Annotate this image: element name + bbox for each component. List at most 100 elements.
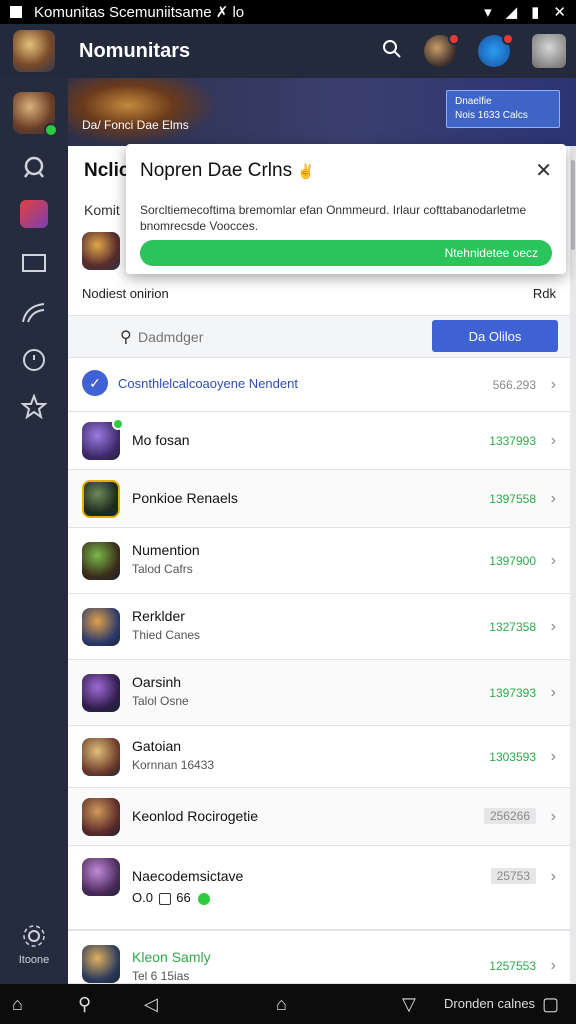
chevron-right-icon: › [550,808,556,825]
list-item-subtitle: Kornnan 16433 [132,758,215,772]
list-item[interactable]: Mo fosan 1337993 › [68,412,570,470]
status-title: Komunitas Scemuniitsame ✗ lo [34,4,245,21]
dialog-title-text: Nopren Dae Crlns [140,160,293,181]
nav-label[interactable]: Dronden calnes [444,996,535,1011]
card-avatar[interactable] [82,232,120,270]
status-bar: Komunitas Scemuniitsame ✗ lo ▾ ◢ ▮ ✕ [0,0,576,24]
chevron-down-icon[interactable]: ▽ [402,994,416,1015]
sidebar-feed[interactable] [0,300,68,329]
card-subtitle: Komit [84,202,120,218]
sidebar: Itoone [0,78,68,984]
chevron-right-icon: › [550,748,556,765]
community-logo[interactable] [13,30,55,72]
sidebar-settings[interactable] [0,924,68,953]
feed-icon[interactable] [20,300,48,329]
list-item-count: 566.293 [492,378,536,392]
search-icon[interactable] [21,154,47,185]
chevron-right-icon: › [550,552,556,569]
list-item[interactable]: Ponkioe Renaels 1397558 › [68,470,570,528]
sidebar-clock[interactable] [0,348,68,377]
online-badge [44,123,58,137]
sidebar-folder[interactable] [0,252,68,279]
list-item-subtitle: Tel 6 15ias [132,969,190,983]
search-bar: ⚲ Da Olilos [68,316,570,358]
list-item-name: Gatoian [132,738,182,754]
sidebar-favorites[interactable] [0,393,68,425]
sidebar-game-icon[interactable] [0,200,68,228]
list-item-name: Rerklder [132,608,185,624]
list-item-meta-text: O.0 [132,890,153,905]
sidebar-community-avatar[interactable] [0,92,68,137]
dialog-confirm-button[interactable]: Ntehnidetee oecz [140,240,552,266]
close-icon[interactable]: ✕ [553,3,566,21]
banner-text: Da/ Fonci Dae Elms [82,118,189,132]
game-avatar-icon [82,542,120,580]
search-button[interactable]: Da Olilos [432,320,558,352]
sidebar-search[interactable] [0,154,68,185]
banner-box-line1: Dnaelfie [455,96,492,107]
notification-icon[interactable] [478,33,514,67]
list-item-name: Naecodemsictave [132,868,244,884]
star-icon[interactable] [20,393,48,425]
chevron-right-icon: › [550,376,556,393]
list-item-count: 1337993 [489,434,536,448]
app-indicator-icon [10,6,22,18]
chevron-right-icon: › [550,490,556,507]
settings-icon[interactable] [22,924,46,953]
close-icon[interactable]: ✕ [535,158,552,183]
link-icon: ✓ [82,370,108,396]
dialog-body: Sorcltiemecoftima bremomlar efan Onmmeur… [140,203,527,233]
banner-info-box[interactable]: Dnaelfie Nois 1633 Calcs [446,90,560,128]
popup-dialog: Nopren Dae Crlns ✌ ✕ Sorcltiemecoftima b… [126,144,566,274]
app-title: Nomunitars [79,39,191,62]
list-item-name: Mo fosan [132,432,190,448]
back-icon[interactable]: ◁ [144,994,158,1015]
notification-dot [448,33,460,45]
chevron-right-icon: › [550,618,556,635]
list-item-name: Oarsinh [132,674,182,690]
battery-icon: ▮ [531,4,540,21]
list-item[interactable]: Naecodemsictave O.0 66 25753 › [68,846,570,930]
notification-option-row[interactable]: Nodiest onirion Rdk [68,272,570,316]
scrollbar-track[interactable] [570,146,576,984]
list-item-meta: O.0 66 [132,890,211,905]
list-item-name: Cosnthlelcalcoaoyene Nendent [118,376,298,391]
list-item-count: 1257553 [489,959,536,973]
list-item-count: 1397393 [489,686,536,700]
list-item[interactable]: Keonlod Rocirogetie 256266 › [68,788,570,846]
game-avatar-icon [82,608,120,646]
list-item-name: Numention [132,542,200,558]
profile-avatar[interactable] [532,34,566,68]
folder-icon[interactable] [21,252,47,279]
banner-box-line2: Nois 1633 Calcs [455,110,528,121]
list-item-count: 1327358 [489,620,536,634]
friend-avatar[interactable] [424,33,460,67]
list-item-highlight[interactable]: ✓ Cosnthlelcalcoaoyene Nendent 566.293 › [68,358,570,412]
message-icon [158,892,171,905]
home-icon[interactable]: ⌂ [12,994,23,1015]
scrollbar-thumb[interactable] [571,160,575,250]
list-item[interactable]: Numention Talod Cafrs 1397900 › [68,528,570,594]
list-item-count: 1397558 [489,492,536,506]
list-item[interactable]: Rerklder Thied Canes 1327358 › [68,594,570,660]
search-icon[interactable]: ⚲ [78,994,91,1015]
list-item-meta-count: 66 [176,890,191,905]
recent-apps-icon[interactable]: ▢ [542,994,559,1015]
chevron-right-icon: › [550,684,556,701]
home-button-icon[interactable]: ⌂ [276,994,287,1015]
game-icon[interactable] [20,200,48,228]
list-item[interactable]: Kleon Samly Tel 6 15ias 1257553 › [68,930,570,984]
game-avatar-icon [82,480,120,518]
online-badge [112,418,124,430]
search-input[interactable] [138,326,358,348]
list-item-name: Ponkioe Renaels [132,490,238,506]
list-item-subtitle: Talol Osne [132,694,189,708]
list-item[interactable]: Oarsinh Talol Osne 1397393 › [68,660,570,726]
community-banner: Da/ Fonci Dae Elms Dnaelfie Nois 1633 Ca… [68,78,576,146]
list-item-count: 25753 [490,868,536,884]
search-icon[interactable] [382,39,402,64]
list-item[interactable]: Gatoian Kornnan 16433 1303593 › [68,726,570,788]
list-item-name: Kleon Samly [132,949,211,965]
game-avatar-icon [82,738,120,776]
clock-icon[interactable] [22,348,46,377]
